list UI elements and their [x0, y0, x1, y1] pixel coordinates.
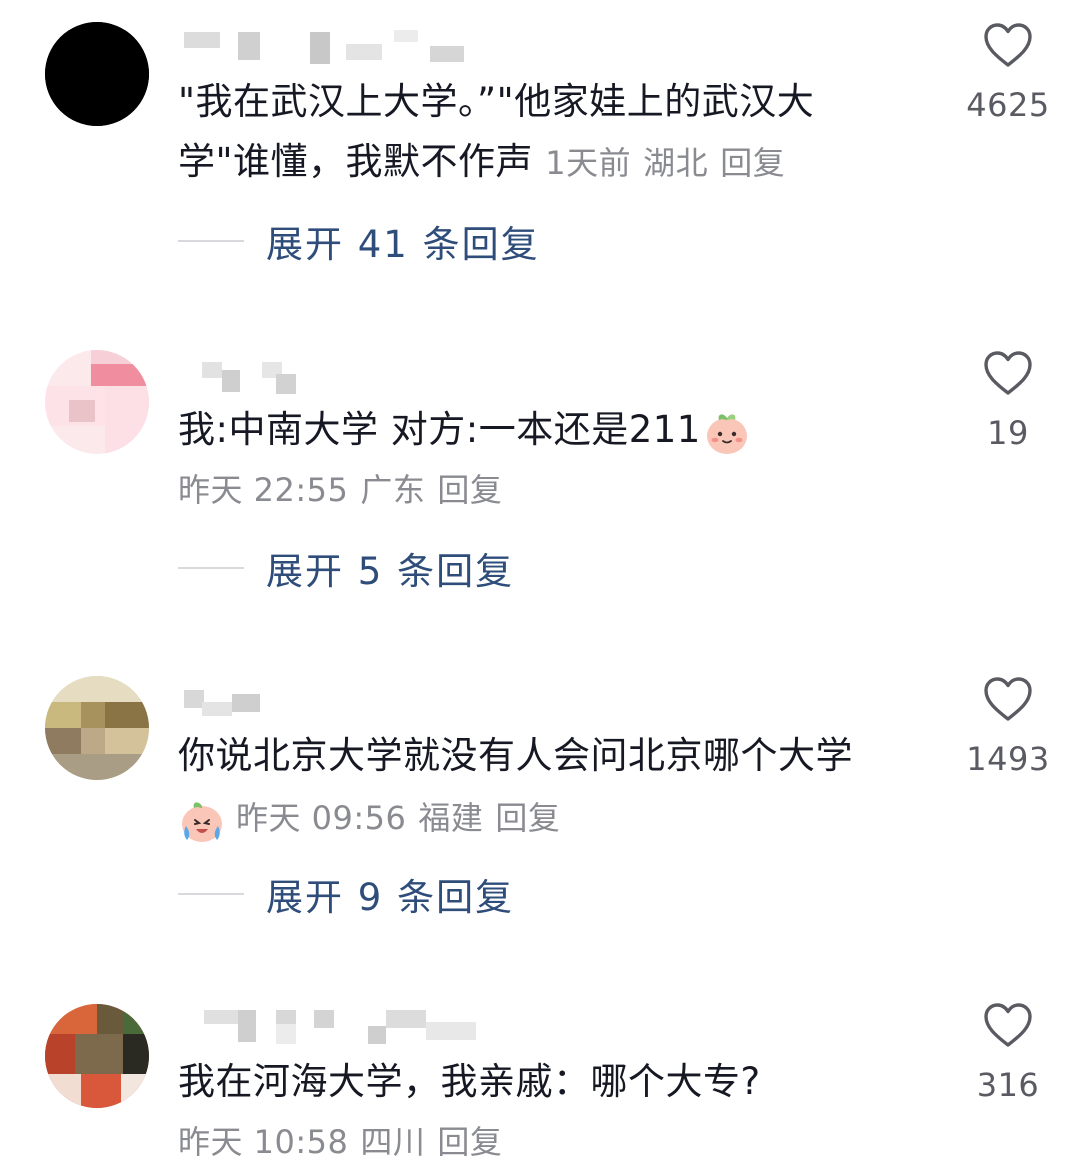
divider [178, 893, 244, 895]
like-count: 316 [976, 1066, 1040, 1104]
heart-outline-icon [984, 23, 1032, 67]
expand-replies-button[interactable]: 展开 9 条回复 [178, 869, 514, 919]
comment-time: 昨天 09:56 [236, 799, 407, 837]
comment-time: 1天前 [545, 144, 632, 182]
expand-replies-label: 展开 5 条回复 [266, 550, 515, 593]
comment-location: 湖北 [643, 144, 709, 182]
like-count: 1493 [966, 740, 1050, 778]
avatar[interactable] [45, 350, 149, 454]
heart-outline-icon [984, 677, 1032, 721]
like-button[interactable]: 4625 [960, 22, 1056, 124]
comment-text: "我在武汉上大学。”"他家娃上的武汉大学"谁懂，我默不作声 1天前 湖北 回复 [178, 80, 815, 183]
avatar[interactable] [45, 1004, 149, 1108]
expand-replies-button[interactable]: 展开 5 条回复 [178, 543, 514, 593]
avatar[interactable] [45, 22, 149, 126]
comment-time: 昨天 22:55 [178, 471, 349, 509]
reply-button[interactable]: 回复 [437, 1123, 502, 1161]
avatar[interactable] [45, 676, 149, 780]
comment-text: 你说北京大学就没有人会问北京哪个大学 [178, 734, 853, 777]
reply-button[interactable]: 回复 [495, 799, 560, 837]
like-button[interactable]: 19 [960, 350, 1056, 452]
like-count: 19 [987, 414, 1029, 452]
comment-meta: 昨天 09:56 福建 回复 [178, 796, 572, 844]
comment-text: 我在河海大学，我亲戚：哪个大专? [178, 1060, 761, 1103]
expand-replies-label: 展开 41 条回复 [266, 223, 540, 266]
comment-meta: 昨天 22:55 广东 回复 [178, 470, 514, 510]
reply-button[interactable]: 回复 [437, 471, 502, 509]
comment-location: 四川 [360, 1123, 426, 1161]
like-button[interactable]: 316 [960, 1002, 1056, 1104]
divider [178, 240, 244, 242]
peach-crying-emoji-icon [182, 802, 222, 842]
heart-outline-icon [984, 1003, 1032, 1047]
comment-meta: 昨天 10:58 四川 回复 [178, 1122, 514, 1162]
expand-replies-label: 展开 9 条回复 [266, 876, 515, 919]
comment-location: 广东 [360, 471, 426, 509]
heart-outline-icon [984, 351, 1032, 395]
reply-button[interactable]: 回复 [720, 144, 785, 182]
comment-location: 福建 [418, 799, 484, 837]
like-button[interactable]: 1493 [960, 676, 1056, 778]
expand-replies-button[interactable]: 展开 41 条回复 [178, 216, 540, 266]
comment-meta: 1天前 湖北 回复 [545, 144, 797, 182]
peach-smile-emoji-icon [706, 413, 747, 454]
like-count: 4625 [966, 86, 1050, 124]
comment-time: 昨天 10:58 [178, 1123, 349, 1161]
comment-text: 我:中南大学 对方:一本还是211 [178, 400, 898, 460]
divider [178, 567, 244, 569]
